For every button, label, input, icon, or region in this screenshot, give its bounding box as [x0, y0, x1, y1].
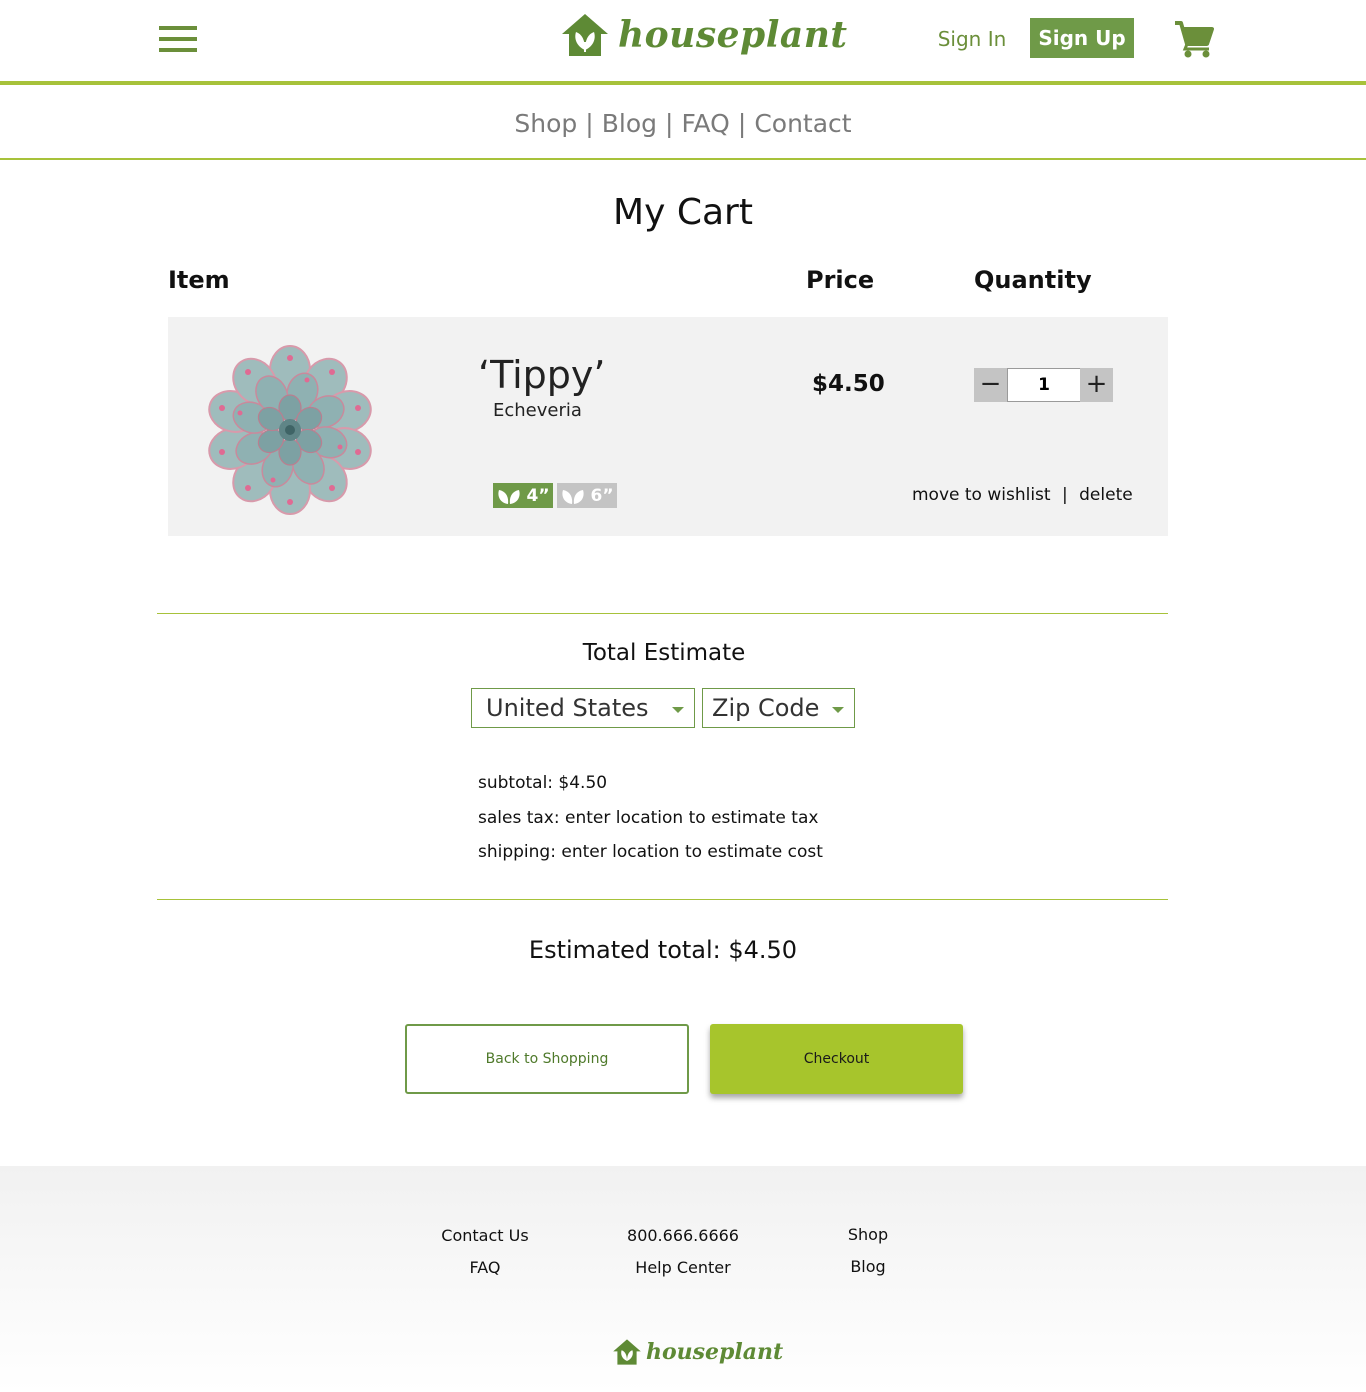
nav-separator: |	[585, 109, 594, 138]
column-header-quantity: Quantity	[974, 266, 1092, 294]
footer-help-center[interactable]: Help Center	[603, 1258, 763, 1277]
house-leaf-logo-icon	[562, 14, 608, 56]
page-title: My Cart	[613, 192, 753, 233]
footer-faq[interactable]: FAQ	[405, 1258, 565, 1277]
quantity-decrease-button[interactable]: −	[974, 368, 1007, 402]
quantity-input[interactable]	[1007, 368, 1081, 402]
shipping-text: shipping: enter location to estimate cos…	[478, 842, 823, 862]
site-header: houseplant Sign In Sign Up	[0, 0, 1366, 85]
nav-faq[interactable]: FAQ	[681, 109, 729, 138]
estimated-total: Estimated total: $4.50	[528, 936, 798, 964]
sign-up-button[interactable]: Sign Up	[1030, 18, 1134, 58]
cart-item-row: ‘Tippy’ Echeveria 4” 6” $4.50 − + move t…	[168, 317, 1168, 536]
echeveria-plant-image	[208, 345, 372, 515]
sign-in-link[interactable]: Sign In	[932, 24, 1012, 54]
chevron-down-icon	[832, 707, 844, 713]
quantity-increase-button[interactable]: +	[1080, 368, 1113, 402]
quantity-stepper: − +	[974, 368, 1114, 402]
size-option-4-selected[interactable]: 4”	[493, 483, 553, 508]
size-option-6[interactable]: 6”	[557, 483, 617, 508]
column-header-item: Item	[168, 266, 230, 294]
country-select-value: United States	[486, 694, 649, 722]
house-leaf-logo-icon	[613, 1339, 641, 1365]
item-type: Echeveria	[493, 400, 582, 421]
size-label: 4”	[526, 485, 550, 506]
zip-code-placeholder: Zip Code	[712, 694, 820, 722]
divider	[157, 613, 1168, 614]
chevron-down-icon	[672, 707, 684, 713]
sales-tax-text: sales tax: enter location to estimate ta…	[478, 808, 819, 828]
nav-shop[interactable]: Shop	[514, 109, 577, 138]
action-separator: |	[1062, 485, 1068, 505]
back-to-shopping-button[interactable]: Back to Shopping	[405, 1024, 689, 1094]
brand-logo[interactable]: houseplant	[560, 12, 848, 58]
footer-blog[interactable]: Blog	[788, 1257, 948, 1276]
item-price: $4.50	[812, 371, 885, 397]
nav-contact[interactable]: Contact	[754, 109, 851, 138]
move-to-wishlist-link[interactable]: move to wishlist	[912, 485, 1051, 505]
leaf-icon	[498, 489, 521, 504]
delete-link[interactable]: delete	[1079, 485, 1133, 505]
divider	[157, 899, 1168, 900]
brand-name: houseplant	[618, 14, 848, 56]
footer-shop[interactable]: Shop	[788, 1225, 948, 1244]
item-actions: move to wishlist | delete	[912, 485, 1133, 505]
shopping-cart-icon[interactable]	[1174, 20, 1214, 58]
footer-brand-name: houseplant	[646, 1339, 784, 1365]
footer-contact-us[interactable]: Contact Us	[405, 1226, 565, 1245]
zip-code-select[interactable]: Zip Code	[702, 688, 855, 728]
subtotal-text: subtotal: $4.50	[478, 773, 608, 793]
nav-separator: |	[737, 109, 747, 138]
hamburger-menu-icon[interactable]	[159, 26, 197, 54]
nav-separator: |	[665, 109, 674, 138]
leaf-icon	[562, 489, 585, 504]
country-select[interactable]: United States	[471, 688, 695, 728]
main-nav: Shop | Blog | FAQ | Contact	[0, 85, 1366, 160]
size-label: 6”	[590, 485, 614, 506]
footer-phone[interactable]: 800.666.6666	[603, 1226, 763, 1245]
column-header-price: Price	[806, 266, 875, 294]
checkout-button[interactable]: Checkout	[710, 1024, 963, 1094]
footer-logo[interactable]: houseplant	[612, 1338, 783, 1366]
nav-blog[interactable]: Blog	[602, 109, 657, 138]
item-name[interactable]: ‘Tippy’	[478, 353, 606, 397]
total-estimate-title: Total Estimate	[582, 640, 746, 666]
